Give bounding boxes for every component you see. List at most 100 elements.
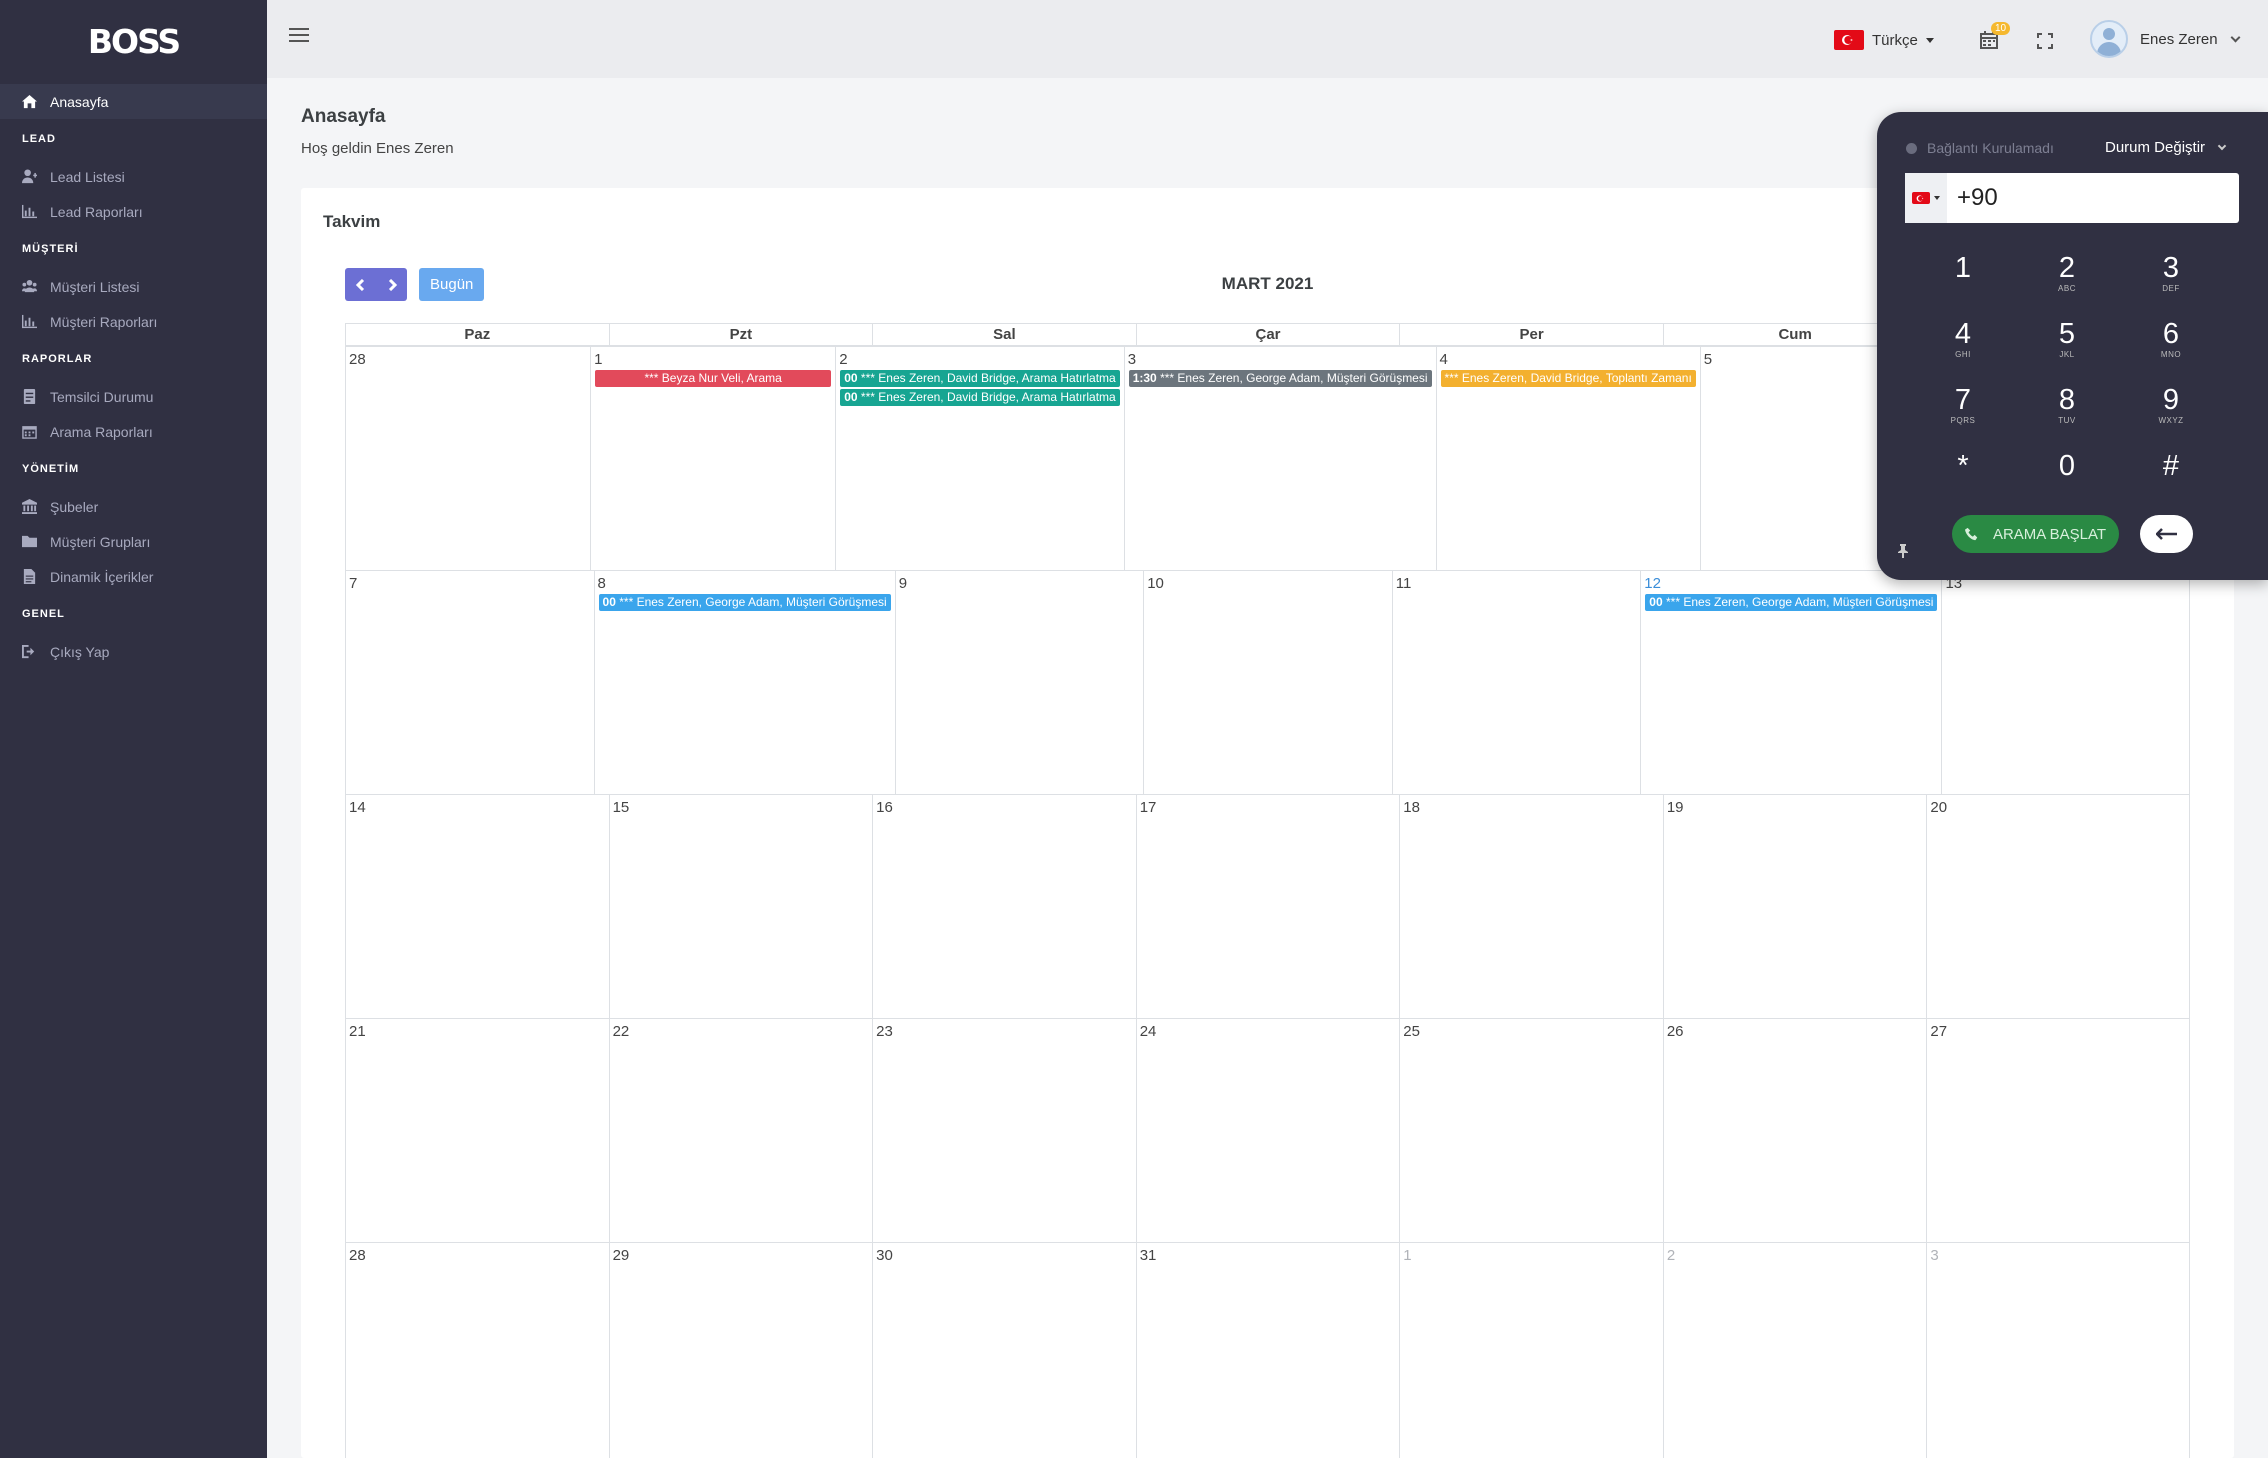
day-cell[interactable]: 1 *** Beyza Nur Veli, Arama bbox=[590, 347, 835, 570]
keypad-key[interactable]: * bbox=[1911, 450, 2015, 502]
day-number[interactable]: 26 bbox=[1666, 1023, 1925, 1041]
sidebar-item-lead-raporlar[interactable]: Lead Raporları bbox=[0, 194, 267, 229]
change-status-dropdown[interactable]: Durum Değiştir bbox=[2105, 139, 2227, 156]
day-cell[interactable]: 13 bbox=[1941, 571, 2190, 794]
sidebar-item-m-teri-listesi[interactable]: Müşteri Listesi bbox=[0, 269, 267, 304]
calendar-event[interactable]: 00 *** Enes Zeren, David Bridge, Arama H… bbox=[840, 389, 1120, 406]
day-cell[interactable]: 4 *** Enes Zeren, David Bridge, Toplantı … bbox=[1435, 347, 1700, 570]
keypad-key[interactable]: 3 DEF bbox=[2119, 252, 2223, 304]
sidebar-item-temsilci-durumu[interactable]: Temsilci Durumu bbox=[0, 379, 267, 414]
day-number[interactable]: 1 bbox=[593, 351, 833, 369]
day-number[interactable]: 8 bbox=[597, 575, 893, 593]
boss-logo[interactable]: BOSS bbox=[0, 0, 267, 82]
day-cell[interactable]: 21 bbox=[345, 1019, 609, 1242]
day-number[interactable]: 30 bbox=[875, 1247, 1134, 1265]
calendar-event[interactable]: 1:30 *** Enes Zeren, George Adam, Müşter… bbox=[1128, 370, 1432, 387]
day-number[interactable]: 18 bbox=[1402, 799, 1661, 817]
keypad-key[interactable]: 4 GHI bbox=[1911, 318, 2015, 370]
day-cell[interactable]: 16 bbox=[872, 795, 1136, 1018]
country-code-selector[interactable] bbox=[1905, 173, 1947, 223]
day-cell[interactable]: 23 bbox=[872, 1019, 1136, 1242]
calendar-event[interactable]: 00 *** Enes Zeren, David Bridge, Arama H… bbox=[840, 370, 1120, 387]
user-menu[interactable]: Enes Zeren bbox=[2090, 20, 2240, 58]
menu-toggle-icon[interactable] bbox=[289, 28, 313, 48]
day-number[interactable]: 1 bbox=[1402, 1247, 1661, 1265]
fullscreen-button[interactable] bbox=[2037, 33, 2053, 54]
phone-number-input[interactable] bbox=[1947, 184, 2227, 212]
day-cell[interactable]: 17 bbox=[1135, 795, 1400, 1018]
day-number[interactable]: 22 bbox=[612, 1023, 871, 1041]
sidebar-item-ubeler[interactable]: Şubeler bbox=[0, 489, 267, 524]
day-cell[interactable]: 28 bbox=[345, 1243, 609, 1458]
day-number[interactable]: 11 bbox=[1395, 575, 1639, 593]
sidebar-item-m-teri-gruplar[interactable]: Müşteri Grupları bbox=[0, 524, 267, 559]
day-cell[interactable]: 8 00 *** Enes Zeren, George Adam, Müşteri… bbox=[593, 571, 895, 794]
day-number[interactable]: 14 bbox=[348, 799, 607, 817]
keypad-key[interactable]: 1 bbox=[1911, 252, 2015, 304]
sidebar-item-lead-listesi[interactable]: Lead Listesi bbox=[0, 159, 267, 194]
day-cell[interactable]: 15 bbox=[608, 795, 873, 1018]
keypad-key[interactable]: 9 WXYZ bbox=[2119, 384, 2223, 436]
sidebar-item-dinamik-i-erikler[interactable]: Dinamik İçerikler bbox=[0, 559, 267, 594]
day-cell[interactable]: 25 bbox=[1399, 1019, 1663, 1242]
sidebar-item-k-yap[interactable]: Çıkış Yap bbox=[0, 634, 267, 669]
keypad-key[interactable]: 0 bbox=[2015, 450, 2119, 502]
calendar-event[interactable]: *** Enes Zeren, David Bridge, Toplantı Z… bbox=[1440, 370, 1696, 387]
day-number[interactable]: 3 bbox=[1929, 1247, 2187, 1265]
calendar-notifications-button[interactable]: 10 bbox=[1979, 22, 2011, 55]
day-number[interactable]: 28 bbox=[348, 351, 588, 369]
day-number[interactable]: 3 bbox=[1127, 351, 1434, 369]
keypad-key[interactable]: 6 MNO bbox=[2119, 318, 2223, 370]
day-cell[interactable]: 24 bbox=[1135, 1019, 1400, 1242]
keypad-key[interactable]: # bbox=[2119, 450, 2223, 502]
day-cell[interactable]: 7 bbox=[345, 571, 594, 794]
day-cell[interactable]: 3 bbox=[1926, 1243, 2190, 1458]
day-cell[interactable]: 22 bbox=[608, 1019, 873, 1242]
day-cell[interactable]: 9 bbox=[894, 571, 1144, 794]
day-number[interactable]: 19 bbox=[1666, 799, 1925, 817]
day-cell[interactable]: 2 00 *** Enes Zeren, David Bridge, Arama … bbox=[835, 347, 1123, 570]
day-cell[interactable]: 12 00 *** Enes Zeren, George Adam, Müşter… bbox=[1640, 571, 1941, 794]
day-cell[interactable]: 26 bbox=[1662, 1019, 1927, 1242]
keypad-key[interactable]: 8 TUV bbox=[2015, 384, 2119, 436]
day-number[interactable]: 16 bbox=[875, 799, 1134, 817]
day-number[interactable]: 2 bbox=[1666, 1247, 1925, 1265]
day-number[interactable]: 27 bbox=[1929, 1023, 2187, 1041]
day-cell[interactable]: 14 bbox=[345, 795, 609, 1018]
day-cell[interactable]: 3 1:30 *** Enes Zeren, George Adam, Müşte… bbox=[1123, 347, 1436, 570]
day-cell[interactable]: 20 bbox=[1926, 795, 2190, 1018]
day-number[interactable]: 2 bbox=[838, 351, 1121, 369]
calendar-event[interactable]: 00 *** Enes Zeren, George Adam, Müşteri … bbox=[598, 594, 891, 611]
day-cell[interactable]: 11 bbox=[1391, 571, 1641, 794]
day-cell[interactable]: 1 bbox=[1399, 1243, 1663, 1458]
day-number[interactable]: 10 bbox=[1146, 575, 1390, 593]
sidebar-item-anasayfa[interactable]: Anasayfa bbox=[0, 84, 267, 119]
calendar-event[interactable]: 00 *** Enes Zeren, George Adam, Müşteri … bbox=[1645, 594, 1938, 611]
sidebar-item-m-teri-raporlar[interactable]: Müşteri Raporları bbox=[0, 304, 267, 339]
day-number[interactable]: 7 bbox=[348, 575, 592, 593]
day-number[interactable]: 29 bbox=[612, 1247, 871, 1265]
day-number[interactable]: 21 bbox=[348, 1023, 607, 1041]
day-number[interactable]: 9 bbox=[898, 575, 1142, 593]
keypad-key[interactable]: 2 ABC bbox=[2015, 252, 2119, 304]
language-selector[interactable]: Türkçe bbox=[1834, 30, 1934, 50]
day-number[interactable]: 28 bbox=[348, 1247, 607, 1265]
day-number[interactable]: 24 bbox=[1139, 1023, 1398, 1041]
keypad-key[interactable]: 7 PQRS bbox=[1911, 384, 2015, 436]
start-call-button[interactable]: ARAMA BAŞLAT bbox=[1952, 515, 2119, 553]
day-number[interactable]: 17 bbox=[1139, 799, 1398, 817]
day-number[interactable]: 20 bbox=[1929, 799, 2187, 817]
day-number[interactable]: 31 bbox=[1139, 1247, 1398, 1265]
day-cell[interactable]: 30 bbox=[872, 1243, 1136, 1458]
day-cell[interactable]: 19 bbox=[1662, 795, 1927, 1018]
day-number[interactable]: 23 bbox=[875, 1023, 1134, 1041]
day-number[interactable]: 4 bbox=[1439, 351, 1698, 369]
day-cell[interactable]: 10 bbox=[1143, 571, 1392, 794]
day-cell[interactable]: 31 bbox=[1135, 1243, 1400, 1458]
backspace-button[interactable] bbox=[2140, 515, 2193, 553]
day-cell[interactable]: 29 bbox=[608, 1243, 873, 1458]
day-cell[interactable]: 28 bbox=[345, 347, 590, 570]
day-cell[interactable]: 2 bbox=[1662, 1243, 1927, 1458]
day-number[interactable]: 15 bbox=[612, 799, 871, 817]
day-cell[interactable]: 27 bbox=[1926, 1019, 2190, 1242]
